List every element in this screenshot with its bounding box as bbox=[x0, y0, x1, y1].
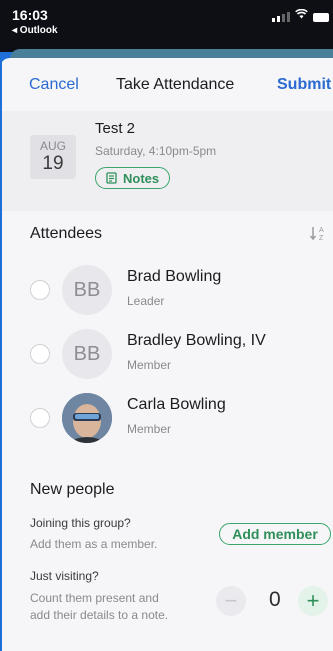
attendance-checkbox[interactable] bbox=[30, 280, 50, 300]
joining-subtext: Add them as a member. bbox=[30, 537, 158, 551]
attendee-row[interactable]: Carla Bowling Member bbox=[0, 388, 333, 452]
svg-text:A: A bbox=[319, 227, 324, 234]
battery-icon bbox=[313, 13, 329, 22]
attendee-name: Brad Bowling bbox=[127, 268, 222, 285]
visiting-subtext-line-1: Count them present and bbox=[30, 591, 159, 605]
joining-label: Joining this group? bbox=[30, 516, 131, 530]
wifi-icon bbox=[295, 8, 308, 22]
avatar: BB bbox=[62, 265, 112, 315]
attendee-row[interactable]: BB Brad Bowling Leader bbox=[0, 260, 333, 324]
event-time: Saturday, 4:10pm-5pm bbox=[95, 144, 217, 158]
new-people-heading: New people bbox=[30, 481, 115, 498]
attendee-role: Member bbox=[127, 358, 172, 372]
event-date-badge: AUG 19 bbox=[30, 135, 76, 179]
decrement-button[interactable]: − bbox=[216, 586, 246, 616]
visitor-count: 0 bbox=[269, 588, 281, 611]
left-edge-strip bbox=[0, 58, 2, 651]
visiting-subtext-line-2: add their details to a note. bbox=[30, 608, 169, 622]
submit-button[interactable]: Submit bbox=[277, 76, 331, 94]
notes-button[interactable]: Notes bbox=[95, 167, 171, 189]
attendee-role: Member bbox=[127, 422, 172, 436]
sort-alpha-icon[interactable]: A Z bbox=[309, 224, 327, 242]
attendee-row[interactable]: BB Bradley Bowling, IV Member bbox=[0, 324, 333, 388]
attendance-checkbox[interactable] bbox=[30, 408, 50, 428]
signal-icon bbox=[272, 12, 290, 22]
attendee-name: Bradley Bowling, IV bbox=[127, 332, 266, 349]
back-to-app-link[interactable]: ◂ Outlook bbox=[12, 25, 58, 36]
event-month: AUG bbox=[39, 139, 66, 153]
notes-label: Notes bbox=[123, 170, 160, 186]
attendance-sheet: Cancel Take Attendance Submit AUG 19 Tes… bbox=[0, 58, 333, 651]
increment-button[interactable]: + bbox=[298, 586, 328, 616]
svg-text:Z: Z bbox=[319, 235, 324, 242]
status-time: 16:03 bbox=[12, 7, 48, 23]
attendees-heading: Attendees bbox=[30, 225, 103, 242]
attendee-name: Carla Bowling bbox=[127, 396, 226, 413]
cancel-button[interactable]: Cancel bbox=[29, 76, 79, 94]
attendance-checkbox[interactable] bbox=[30, 344, 50, 364]
page-title: Take Attendance bbox=[116, 76, 235, 93]
avatar: BB bbox=[62, 329, 112, 379]
event-card: AUG 19 Test 2 Saturday, 4:10pm-5pm Notes bbox=[0, 111, 333, 211]
add-member-button[interactable]: Add member bbox=[219, 523, 331, 545]
event-day: 19 bbox=[42, 153, 64, 174]
status-bar: 16:03 ◂ Outlook bbox=[0, 0, 333, 52]
notes-icon bbox=[106, 172, 117, 184]
status-icons bbox=[272, 8, 329, 22]
visiting-label: Just visiting? bbox=[30, 569, 99, 583]
nav-bar: Cancel Take Attendance Submit bbox=[0, 58, 333, 110]
avatar-photo bbox=[62, 393, 112, 443]
attendee-role: Leader bbox=[127, 294, 165, 308]
event-title: Test 2 bbox=[95, 120, 136, 137]
